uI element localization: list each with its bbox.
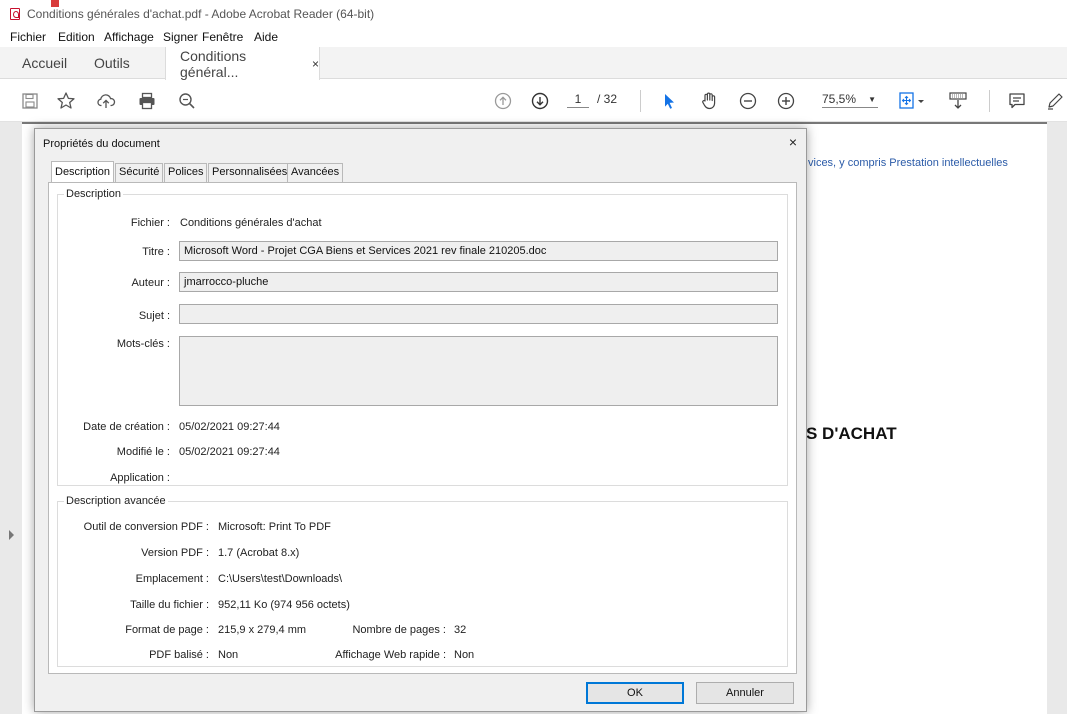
description-group-legend: Description — [64, 188, 124, 200]
tab-description[interactable]: Description — [51, 161, 115, 182]
tab-document-label: Conditions général... — [180, 47, 247, 80]
subject-field[interactable] — [179, 304, 778, 324]
page-text-heading: S D'ACHAT — [806, 424, 897, 443]
toolbar — [0, 80, 1067, 122]
tab-close-icon[interactable]: × — [312, 57, 319, 71]
version-label: Version PDF : — [141, 547, 209, 559]
producer-value: Microsoft: Print To PDF — [218, 521, 331, 533]
save-icon[interactable] — [18, 88, 42, 114]
tab-avancees[interactable]: Avancées — [287, 163, 344, 182]
next-page-icon[interactable] — [528, 88, 552, 114]
modified-value: 05/02/2021 09:27:44 — [179, 446, 280, 458]
pagecount-label: Nombre de pages : — [352, 624, 446, 636]
menu-edition[interactable]: Edition — [58, 30, 95, 44]
pagecount-value: 32 — [454, 624, 467, 636]
page-number-input[interactable]: 1 — [567, 92, 589, 108]
right-panel-rail — [1047, 122, 1067, 714]
zoom-select[interactable]: 75,5% ▼ — [822, 92, 878, 108]
title-bar: Conditions générales d'achat.pdf - Adobe… — [0, 0, 1067, 30]
description-group: Description Fichier : Conditions général… — [57, 188, 788, 486]
advanced-description-group: Description avancée Outil de conversion … — [57, 495, 788, 667]
print-icon[interactable] — [134, 88, 160, 114]
left-panel-rail — [0, 122, 22, 714]
fastweb-label: Affichage Web rapide : — [335, 649, 446, 661]
title-field[interactable]: Microsoft Word - Projet CGA Biens et Ser… — [179, 241, 778, 261]
location-value: C:\Users\test\Downloads\ — [218, 573, 343, 585]
menu-signer[interactable]: Signer — [163, 30, 198, 44]
dialog-title: Propriétés du document — [43, 138, 160, 150]
acrobat-app-icon — [10, 8, 20, 20]
toolbar-separator — [640, 90, 641, 112]
file-label: Fichier : — [130, 217, 170, 229]
upload-cloud-icon[interactable] — [93, 88, 119, 114]
zoom-in-icon[interactable] — [774, 88, 798, 114]
author-label: Auteur : — [131, 277, 170, 289]
select-cursor-icon[interactable] — [658, 88, 680, 114]
read-mode-icon[interactable] — [944, 88, 972, 114]
ok-button[interactable]: OK — [586, 682, 684, 704]
modified-label: Modifié le : — [116, 446, 170, 458]
close-icon[interactable]: × — [783, 132, 803, 152]
window-accent — [51, 0, 59, 7]
author-field[interactable]: jmarrocco-pluche — [179, 272, 778, 292]
tab-securite[interactable]: Sécurité — [115, 163, 164, 182]
chevron-down-icon: ▼ — [868, 95, 876, 104]
fit-page-icon[interactable] — [895, 88, 929, 114]
keywords-label: Mots-clés : — [116, 338, 170, 350]
created-value: 05/02/2021 09:27:44 — [179, 421, 280, 433]
menu-affichage[interactable]: Affichage — [104, 30, 154, 44]
tab-accueil[interactable]: Accueil — [22, 47, 67, 79]
pagesize-label: Format de page : — [125, 624, 209, 636]
menu-fichier[interactable]: Fichier — [10, 30, 46, 44]
subject-label: Sujet : — [138, 310, 170, 322]
file-value: Conditions générales d'achat — [180, 217, 322, 229]
toolbar-separator — [989, 90, 990, 112]
previous-page-icon[interactable] — [491, 88, 515, 114]
filesize-label: Taille du fichier : — [130, 599, 209, 611]
filesize-value: 952,11 Ko (974 956 octets) — [218, 599, 350, 611]
zoom-value: 75,5% — [822, 92, 857, 106]
title-label: Titre : — [142, 246, 170, 258]
created-label: Date de création : — [83, 421, 170, 433]
tab-strip: Accueil Outils Conditions général... × — [0, 47, 1067, 80]
comment-icon[interactable] — [1005, 88, 1029, 114]
expand-panel-icon[interactable] — [9, 530, 14, 540]
cancel-button[interactable]: Annuler — [696, 682, 794, 704]
tagged-value: Non — [218, 649, 239, 661]
zoom-search-icon[interactable] — [174, 88, 200, 114]
description-panel: Description Fichier : Conditions général… — [48, 182, 797, 674]
pagesize-value: 215,9 x 279,4 mm — [218, 624, 307, 636]
menu-aide[interactable]: Aide — [254, 30, 278, 44]
tab-personnalisees[interactable]: Personnalisées — [208, 163, 292, 182]
bookmark-star-icon[interactable] — [53, 88, 79, 114]
version-value: 1.7 (Acrobat 8.x) — [218, 547, 300, 559]
tab-document[interactable]: Conditions général... × — [165, 47, 320, 80]
location-label: Emplacement : — [135, 573, 209, 585]
hand-tool-icon[interactable] — [697, 88, 721, 114]
application-label: Application : — [110, 472, 170, 484]
producer-label: Outil de conversion PDF : — [83, 521, 209, 533]
page-total: / 32 — [597, 92, 618, 106]
advanced-group-legend: Description avancée — [64, 495, 168, 507]
window-title: Conditions générales d'achat.pdf - Adobe… — [27, 7, 375, 21]
highlight-pen-icon[interactable] — [1044, 88, 1066, 114]
tagged-label: PDF balisé : — [149, 649, 209, 661]
page-text-link: vices, y compris Prestation intellectuel… — [808, 157, 1008, 169]
tab-polices[interactable]: Polices — [164, 163, 208, 182]
menu-fenetre[interactable]: Fenêtre — [202, 30, 243, 44]
zoom-out-icon[interactable] — [736, 88, 760, 114]
document-properties-dialog: Propriétés du document × Description Séc… — [34, 128, 807, 712]
fastweb-value: Non — [454, 649, 475, 661]
keywords-field[interactable] — [179, 336, 778, 406]
tab-outils[interactable]: Outils — [94, 47, 130, 79]
